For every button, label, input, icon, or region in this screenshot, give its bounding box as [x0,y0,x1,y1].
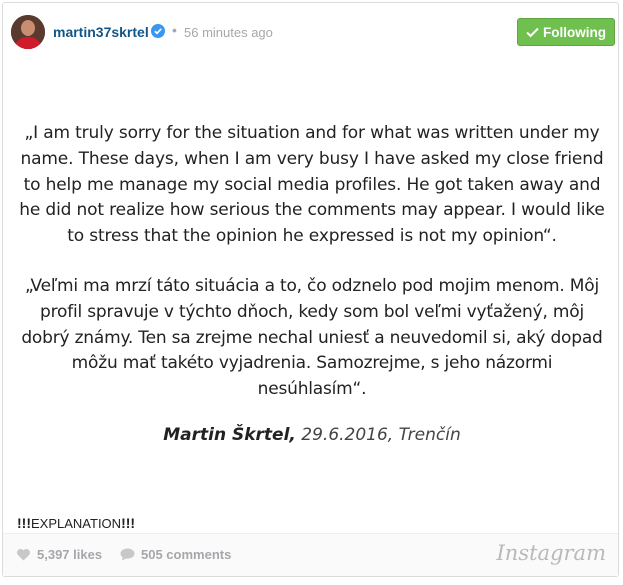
avatar[interactable] [11,15,45,49]
likes-count[interactable]: 5,397 likes [16,547,102,562]
post-footer: 5,397 likes 505 comments Instagram [3,533,618,576]
separator-dot: • [172,22,177,38]
caption-text: EXPLANATION [31,516,122,531]
comments-label: 505 comments [141,547,232,562]
caption-bangs-left: !!! [17,515,31,531]
post-timestamp[interactable]: 56 minutes ago [184,25,273,40]
signature-date-place: 29.6.2016, Trenčín [295,425,461,445]
signature-name: Martin Škrtel, [163,425,296,445]
likes-label: 5,397 likes [37,547,103,562]
signature: Martin Škrtel, 29.6.2016, Trenčín [17,425,607,445]
instagram-post-card: martin37skrtel • 56 minutes ago Followin… [2,2,619,577]
comment-bubble-icon [120,548,135,561]
verified-badge-icon [151,24,165,38]
instagram-logo[interactable]: Instagram [497,541,606,565]
checkmark-icon [526,27,539,37]
post-caption: !!!EXPLANATION!!! [17,515,135,531]
heart-icon [17,548,30,561]
statement-slovak: „Veľmi ma mrzí táto situácia a to, čo od… [21,275,603,400]
comments-count[interactable]: 505 comments [120,547,231,562]
post-header: martin37skrtel • 56 minutes ago Followin… [3,3,618,61]
post-image-text: „I am truly sorry for the situation and … [17,121,607,403]
caption-bangs-right: !!! [121,515,136,531]
username-link[interactable]: martin37skrtel [53,24,149,40]
statement-english: „I am truly sorry for the situation and … [19,123,605,247]
following-button[interactable]: Following [517,18,615,46]
following-button-label: Following [543,24,606,40]
